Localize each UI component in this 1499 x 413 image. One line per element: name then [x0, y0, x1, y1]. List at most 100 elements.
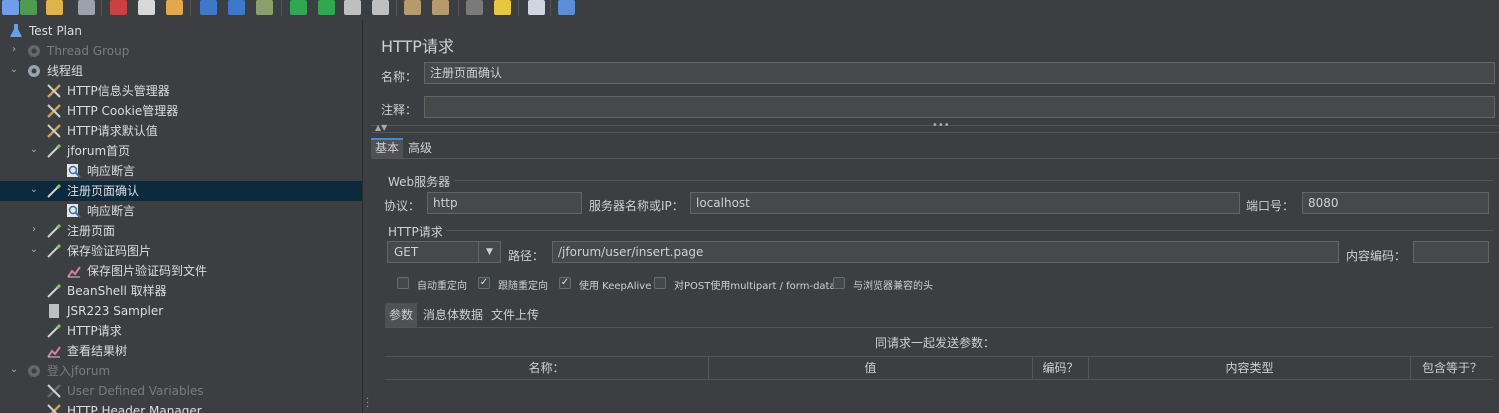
wrench-icon	[46, 403, 62, 413]
column-include-equals[interactable]: 包含等于？	[1411, 357, 1493, 379]
toggle-icon[interactable]	[256, 0, 273, 15]
tree-item[interactable]: Test Plan	[0, 21, 362, 41]
tree-item[interactable]: HTTP请求默认值	[0, 121, 362, 141]
paste-icon[interactable]	[166, 0, 183, 15]
cut-icon[interactable]	[110, 0, 127, 15]
parameters-table-title: 同请求一起发送参数：	[874, 336, 995, 350]
chevron-right-icon[interactable]: ›	[8, 44, 20, 56]
tree-item[interactable]: HTTP Header Manager	[0, 401, 362, 413]
path-label: 路径：	[508, 249, 545, 263]
server-field[interactable]: localhost	[690, 192, 1240, 214]
chevron-right-icon[interactable]: ›	[28, 224, 40, 236]
port-field[interactable]: 8080	[1302, 192, 1489, 214]
tree-item[interactable]: ⌄ jforum首页	[0, 141, 362, 161]
tree-item[interactable]: 保存图片验证码到文件	[0, 261, 362, 281]
tree-item[interactable]: HTTP信息头管理器	[0, 81, 362, 101]
clear-all-icon[interactable]	[432, 0, 449, 15]
clear-icon[interactable]	[404, 0, 421, 15]
tab-body-data[interactable]: 消息体数据	[419, 303, 487, 327]
parameters-table-body[interactable]	[385, 380, 1493, 413]
chevron-down-icon[interactable]: ⌄	[8, 364, 20, 376]
tree-item[interactable]: ⌄ 登入jforum	[0, 361, 362, 381]
collapse-icon[interactable]	[228, 0, 245, 15]
tree-item[interactable]: 响应断言	[0, 201, 362, 221]
checkbox[interactable]: ✓	[478, 277, 490, 289]
checkbox[interactable]	[397, 277, 409, 289]
tree-item[interactable]: JSR223 Sampler	[0, 301, 362, 321]
collapse-arrows-icon[interactable]: ▲▼	[375, 123, 387, 132]
tree-item-label: 响应断言	[87, 204, 136, 218]
path-field[interactable]: /jforum/user/insert.page	[552, 241, 1339, 263]
tree-item-label: JSR223 Sampler	[67, 304, 164, 318]
encoding-field[interactable]	[1413, 241, 1489, 263]
section-divider[interactable]: ▲▼ •••	[371, 120, 1499, 133]
comment-field[interactable]	[424, 96, 1495, 118]
pipette-icon	[46, 283, 62, 299]
tab-basic[interactable]: 基本	[371, 138, 404, 158]
chevron-down-icon[interactable]: ⌄	[28, 184, 40, 196]
checkbox-label: 跟随重定向	[498, 281, 548, 292]
stop-icon[interactable]	[344, 0, 361, 15]
tree-item[interactable]: BeanShell 取样器	[0, 281, 362, 301]
main-toolbar	[0, 0, 1499, 20]
save-icon[interactable]	[78, 0, 95, 15]
port-label: 端口号：	[1246, 199, 1295, 213]
wrench-icon	[46, 383, 62, 399]
tree-item[interactable]: ⌄ 线程组	[0, 61, 362, 81]
templates-icon[interactable]	[20, 0, 37, 15]
help-icon[interactable]	[558, 0, 575, 15]
column-content-type[interactable]: 内容类型	[1089, 357, 1411, 379]
checkbox[interactable]	[833, 277, 845, 289]
column-name[interactable]: 名称：	[385, 357, 709, 379]
shutdown-icon[interactable]	[372, 0, 389, 15]
tree-item-label: 登入jforum	[47, 364, 111, 378]
tree-item[interactable]: HTTP Cookie管理器	[0, 101, 362, 121]
chevron-down-icon[interactable]: ⌄	[28, 144, 40, 156]
tab-parameters[interactable]: 参数	[385, 303, 418, 327]
tab-file-upload[interactable]: 文件上传	[487, 303, 543, 327]
checkbox[interactable]: ✓	[559, 277, 571, 289]
tree-item[interactable]: HTTP请求	[0, 321, 362, 341]
copy-icon[interactable]	[138, 0, 155, 15]
page-icon	[46, 303, 62, 319]
pipette-icon	[46, 143, 62, 159]
protocol-field[interactable]: http	[427, 192, 582, 214]
tree-item[interactable]: ⌄ 保存验证码图片	[0, 241, 362, 261]
tree-item[interactable]: 响应断言	[0, 161, 362, 181]
chevron-down-icon[interactable]: ▼	[478, 242, 500, 262]
tree-item[interactable]: 查看结果树	[0, 341, 362, 361]
search-icon[interactable]	[466, 0, 483, 15]
column-encode[interactable]: 编码？	[1033, 357, 1089, 379]
start-icon[interactable]	[290, 0, 307, 15]
tree-item[interactable]: › 注册页面	[0, 221, 362, 241]
tab-advanced[interactable]: 高级	[404, 138, 436, 158]
graph-icon	[46, 343, 62, 359]
tree-item-label: Thread Group	[47, 44, 130, 58]
chevron-down-icon[interactable]: ⌄	[8, 64, 20, 76]
drag-handle-icon[interactable]: •••	[932, 120, 950, 131]
checkbox-label: 对POST使用multipart / form-data	[674, 281, 836, 292]
expand-icon[interactable]	[200, 0, 217, 15]
tree-item[interactable]: ⌄ 注册页面确认	[0, 181, 362, 201]
checkbox[interactable]	[654, 277, 666, 289]
tree-item-label: 注册页面确认	[67, 184, 140, 198]
encoding-label: 内容编码：	[1346, 249, 1407, 263]
http-request-group-title: HTTP请求	[388, 225, 443, 239]
tree-item[interactable]: User Defined Variables	[0, 381, 362, 401]
new-icon[interactable]	[2, 0, 19, 15]
tree-item-label: 响应断言	[87, 164, 136, 178]
start-no-pause-icon[interactable]	[318, 0, 335, 15]
parameters-table-header: 名称： 值 编码？ 内容类型 包含等于？	[385, 356, 1493, 380]
magnifier-icon	[66, 203, 82, 219]
chevron-down-icon[interactable]: ⌄	[28, 244, 40, 256]
tree-item-label: HTTP Cookie管理器	[67, 104, 179, 118]
function-helper-icon[interactable]	[528, 0, 545, 15]
open-icon[interactable]	[46, 0, 63, 15]
tree-item[interactable]: › Thread Group	[0, 41, 362, 61]
column-value[interactable]: 值	[709, 357, 1033, 379]
method-select[interactable]: GET ▼	[387, 241, 501, 263]
name-field[interactable]: 注册页面确认	[424, 62, 1495, 84]
checkbox-label: 自动重定向	[417, 281, 467, 292]
reset-search-icon[interactable]	[494, 0, 511, 15]
comment-label: 注释：	[381, 103, 418, 117]
